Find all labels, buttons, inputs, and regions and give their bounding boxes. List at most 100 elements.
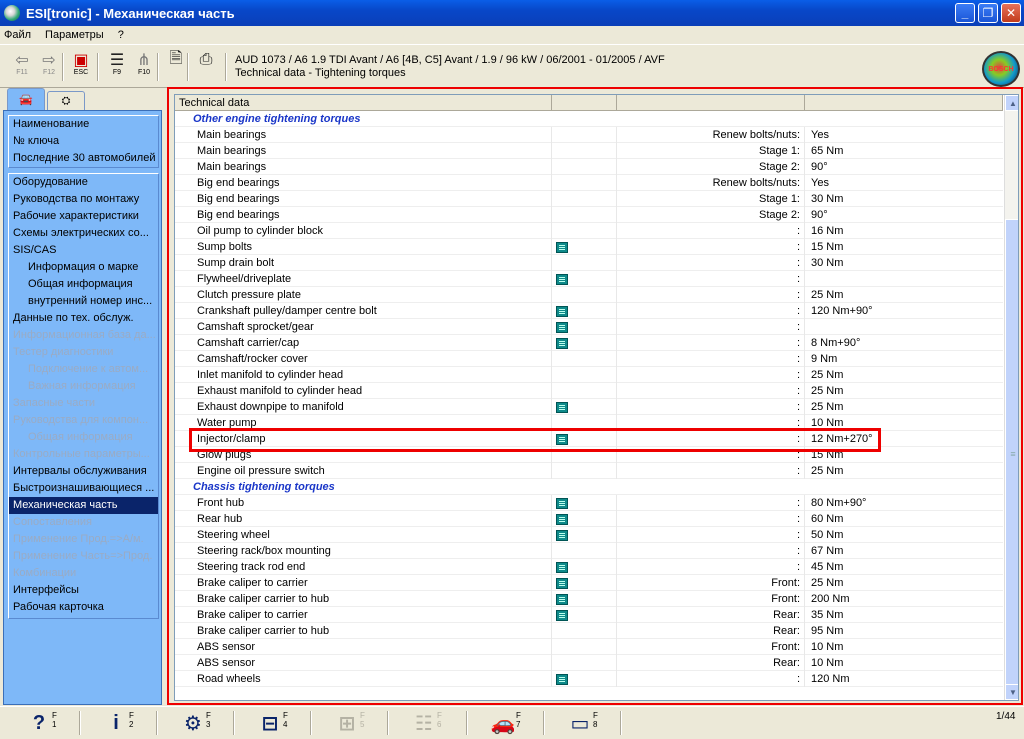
document-icon[interactable] xyxy=(556,561,568,573)
title-bar[interactable]: ESI[tronic] - Механическая часть _ ❐ ✕ xyxy=(0,0,1024,26)
document-icon[interactable] xyxy=(556,673,568,685)
table-row[interactable]: Camshaft carrier/cap:8 Nm+90° xyxy=(175,335,1003,351)
document-icon[interactable] xyxy=(556,321,568,333)
vertical-scrollbar[interactable]: ▲ ≡ ▼ xyxy=(1004,95,1018,700)
sidebar-item[interactable]: Общая информация xyxy=(9,276,158,293)
list-button[interactable]: ☰ F9 xyxy=(104,51,130,85)
menu-help[interactable]: ? xyxy=(118,29,124,41)
table-header: Technical data xyxy=(175,95,1003,111)
sidebar-item[interactable]: Информация о марке xyxy=(9,259,158,276)
tab-vehicle[interactable]: 🚘 xyxy=(7,88,45,110)
document-icon[interactable] xyxy=(556,609,568,621)
table-row[interactable]: ABS sensor Front: 10 Nm xyxy=(175,639,1003,655)
table-row[interactable]: Rear hub:60 Nm xyxy=(175,511,1003,527)
condition: : xyxy=(617,543,805,559)
condition: : xyxy=(617,399,805,415)
sidebar-item[interactable]: Руководства по монтажу xyxy=(9,191,158,208)
table-row[interactable]: ABS sensor Rear: 10 Nm xyxy=(175,655,1003,671)
sidebar-item[interactable]: внутренний номер инс... xyxy=(9,293,158,310)
sidebar-item[interactable]: № ключа xyxy=(9,133,158,150)
monitor-button[interactable]: ▭ F 8 xyxy=(567,707,598,739)
maximize-button[interactable]: ❐ xyxy=(978,3,998,23)
back-arrow-button[interactable]: ⇦ F11 xyxy=(9,51,35,85)
table-row[interactable]: Sump bolts:15 Nm xyxy=(175,239,1003,255)
table-row[interactable]: Exhaust manifold to cylinder head:25 Nm xyxy=(175,383,1003,399)
sidebar-item[interactable]: Данные по тех. обслуж. xyxy=(9,310,158,327)
sidebar-item[interactable]: Интервалы обслуживания xyxy=(9,463,158,480)
sidebar-item[interactable]: Наименование xyxy=(9,116,158,133)
sidebar-item[interactable]: Последние 30 автомобилей xyxy=(9,150,158,167)
table-row[interactable]: Sump drain bolt:30 Nm xyxy=(175,255,1003,271)
doc-cell xyxy=(552,591,617,607)
sidebar-item[interactable]: Механическая часть xyxy=(9,497,158,514)
table-row[interactable]: Flywheel/driveplate: xyxy=(175,271,1003,287)
info-button[interactable]: i F 2 xyxy=(103,707,134,739)
table-row[interactable]: Exhaust downpipe to manifold:25 Nm xyxy=(175,399,1003,415)
table-row[interactable]: Camshaft/rocker cover:9 Nm xyxy=(175,351,1003,367)
table-row[interactable]: Steering track rod end:45 Nm xyxy=(175,559,1003,575)
document-icon[interactable] xyxy=(556,593,568,605)
table-row[interactable]: Front hub:80 Nm+90° xyxy=(175,495,1003,511)
document-icon[interactable] xyxy=(556,497,568,509)
table-row[interactable]: Steering wheel:50 Nm xyxy=(175,527,1003,543)
help-button[interactable]: ? F 1 xyxy=(26,707,57,739)
table-row[interactable]: Brake caliper to carrier Front: 25 Nm xyxy=(175,575,1003,591)
sidebar-item[interactable]: Рабочая карточка xyxy=(9,599,158,616)
exit-button[interactable]: ▣ ESC xyxy=(68,51,94,85)
table-row[interactable]: Main bearings Renew bolts/nuts: Yes xyxy=(175,127,1003,143)
printer-button[interactable]: ⎙ xyxy=(193,51,219,85)
table-row[interactable]: Brake caliper carrier to hub Front: 200 Nm xyxy=(175,591,1003,607)
document-icon[interactable] xyxy=(556,577,568,589)
document-icon[interactable] xyxy=(556,337,568,349)
function-key-label: F 6 xyxy=(437,711,442,729)
scroll-thumb[interactable]: ≡ xyxy=(1005,219,1018,689)
table-row[interactable]: Engine oil pressure switch:25 Nm xyxy=(175,463,1003,479)
document-button[interactable]: 🗎 xyxy=(163,50,189,85)
item-name: Steering track rod end xyxy=(175,559,552,575)
table-row[interactable]: Big end bearings Stage 1: 30 Nm xyxy=(175,191,1003,207)
sidebar-item[interactable]: Быстроизнашивающиеся ... xyxy=(9,480,158,497)
item-name: Inlet manifold to cylinder head xyxy=(175,367,552,383)
scroll-up-button[interactable]: ▲ xyxy=(1005,95,1018,111)
table-row[interactable]: Crankshaft pulley/damper centre bolt:120… xyxy=(175,303,1003,319)
document-icon[interactable] xyxy=(556,401,568,413)
sidebar-item[interactable]: Оборудование xyxy=(9,174,158,191)
sidebar-item[interactable]: SIS/CAS xyxy=(9,242,158,259)
close-button[interactable]: ✕ xyxy=(1001,3,1021,23)
document-icon[interactable] xyxy=(556,513,568,525)
table-row[interactable]: Steering rack/box mounting:67 Nm xyxy=(175,543,1003,559)
tree-button[interactable]: ⋔ F10 xyxy=(131,51,157,85)
tab-engine[interactable]: ⛭ xyxy=(47,91,85,110)
car-button[interactable]: 🚗 F 7 xyxy=(490,707,521,739)
table-row[interactable]: Brake caliper to carrier Rear: 35 Nm xyxy=(175,607,1003,623)
document-icon[interactable] xyxy=(556,529,568,541)
table-row[interactable]: Camshaft sprocket/gear: xyxy=(175,319,1003,335)
vehicle-lift-button[interactable]: ⊟ F 4 xyxy=(257,707,288,739)
minimize-button[interactable]: _ xyxy=(955,3,975,23)
sidebar-item[interactable]: Схемы электрических со... xyxy=(9,225,158,242)
sidebar-item[interactable]: Интерфейсы xyxy=(9,582,158,599)
document-icon[interactable] xyxy=(556,273,568,285)
table-row[interactable]: Brake caliper carrier to hub Rear: 95 Nm xyxy=(175,623,1003,639)
table-row[interactable]: Clutch pressure plate:25 Nm xyxy=(175,287,1003,303)
document-icon[interactable] xyxy=(556,305,568,317)
column-header-doc[interactable] xyxy=(552,95,617,111)
table-row[interactable]: Oil pump to cylinder block:16 Nm xyxy=(175,223,1003,239)
sidebar-item[interactable]: Рабочие характеристики xyxy=(9,208,158,225)
table-row[interactable]: Big end bearings Stage 2: 90° xyxy=(175,207,1003,223)
menu-file[interactable]: Файл xyxy=(4,29,31,41)
car-search-button[interactable]: ⚙ F 3 xyxy=(180,707,211,739)
menu-settings[interactable]: Параметры xyxy=(45,29,104,41)
doc-cell xyxy=(552,127,617,143)
forward-arrow-button[interactable]: ⇨ F12 xyxy=(36,51,62,85)
table-row[interactable]: Main bearings Stage 1: 65 Nm xyxy=(175,143,1003,159)
column-header-value[interactable] xyxy=(805,95,1003,111)
table-row[interactable]: Main bearings Stage 2: 90° xyxy=(175,159,1003,175)
table-row[interactable]: Inlet manifold to cylinder head:25 Nm xyxy=(175,367,1003,383)
scroll-down-button[interactable]: ▼ xyxy=(1005,684,1018,700)
table-row[interactable]: Road wheels:120 Nm xyxy=(175,671,1003,687)
table-row[interactable]: Big end bearings Renew bolts/nuts: Yes xyxy=(175,175,1003,191)
document-icon[interactable] xyxy=(556,241,568,253)
column-header-condition[interactable] xyxy=(617,95,805,111)
column-header-technical-data[interactable]: Technical data xyxy=(175,95,552,111)
